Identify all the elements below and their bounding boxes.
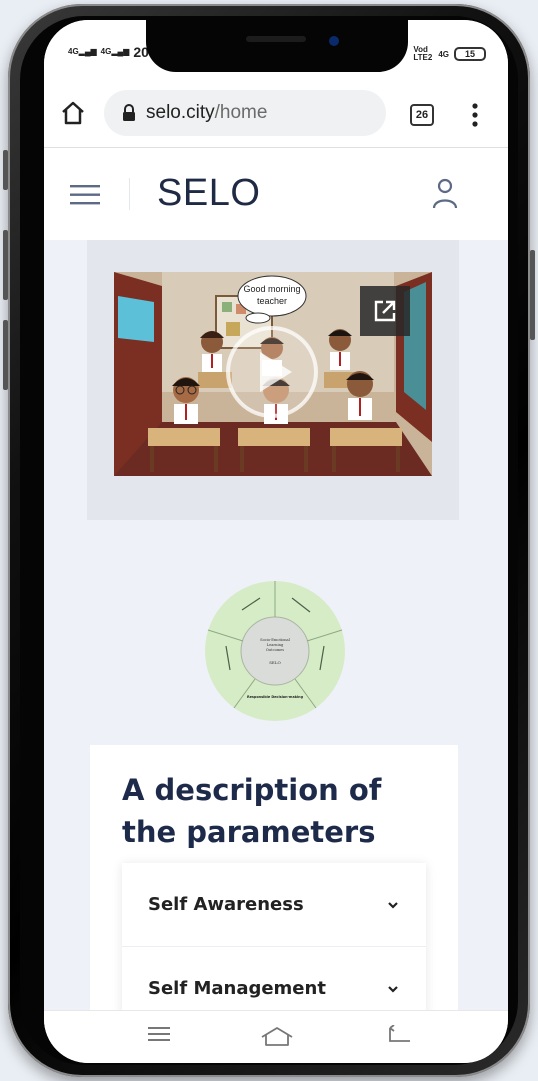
camera-notch [146, 20, 408, 72]
svg-text:Responsible Decision-making: Responsible Decision-making [247, 695, 304, 699]
selo-wheel-diagram: Socio-Emotional Learning Outcomes SELO R… [205, 581, 345, 721]
side-button [3, 150, 8, 190]
more-menu-icon[interactable] [468, 102, 482, 128]
svg-text:teacher: teacher [257, 296, 287, 306]
play-icon[interactable] [226, 326, 318, 418]
tabs-button[interactable]: 26 [410, 104, 434, 126]
parameters-card: A description of the parameters Self Awa… [90, 745, 458, 1045]
lock-icon [123, 104, 135, 121]
battery-level: 15 [464, 49, 475, 59]
address-bar[interactable]: selo.city/home [104, 90, 386, 136]
browser-toolbar: selo.city/home 26 [44, 82, 508, 148]
svg-text:Good morning: Good morning [243, 284, 300, 294]
main-content: Good morning teacher Socio-Emotional Lea… [44, 240, 508, 1045]
url-host: selo.city [146, 102, 215, 123]
volte-label: Vod LTE2 [413, 45, 433, 62]
site-header: SELO [44, 148, 508, 240]
status-right: Vod LTE2 4G 15 [413, 46, 486, 62]
video-card: Good morning teacher [87, 240, 459, 520]
recent-apps-icon[interactable] [148, 1025, 170, 1043]
battery-icon: 15 [454, 47, 486, 61]
accordion-label: Self Awareness [148, 894, 304, 915]
svg-text:Outcomes: Outcomes [266, 648, 284, 652]
accordion-label: Self Management [148, 978, 326, 999]
system-nav-bar [44, 1010, 508, 1063]
hamburger-menu-icon[interactable] [70, 184, 102, 206]
signal-icon-2: 4G▂▄▆ [100, 47, 130, 56]
network-label-right: 4G [438, 49, 449, 59]
status-bar: 4G▂▄▆ 4G▂▄▆ 20:5 Vod LTE2 4G 15 [44, 20, 508, 82]
header-divider [129, 178, 130, 210]
parameters-heading: A description of the parameters [122, 773, 382, 849]
front-camera [329, 36, 339, 46]
tabs-count-label: 26 [415, 109, 429, 121]
volume-up-button [3, 230, 8, 300]
power-button [530, 250, 535, 340]
parameters-accordion: Self Awareness Self Management [122, 863, 426, 1031]
network-label-1: 4G [68, 47, 79, 56]
user-icon[interactable] [432, 178, 458, 210]
speaker-grille [246, 36, 306, 42]
site-logo[interactable]: SELO [157, 172, 260, 215]
svg-text:Socio-Emotional: Socio-Emotional [260, 638, 291, 642]
open-external-button[interactable] [360, 286, 410, 336]
home-nav-icon[interactable] [260, 1025, 294, 1047]
svg-text:Learning: Learning [267, 643, 284, 647]
svg-text:SELO: SELO [269, 660, 281, 665]
phone-screen: 4G▂▄▆ 4G▂▄▆ 20:5 Vod LTE2 4G 15 [44, 20, 508, 1063]
chevron-down-icon [388, 985, 398, 993]
chevron-down-icon [388, 901, 398, 909]
video-player[interactable]: Good morning teacher [114, 272, 432, 476]
home-icon[interactable] [60, 100, 86, 126]
back-nav-icon[interactable] [388, 1025, 412, 1045]
external-link-icon [374, 300, 396, 322]
volume-down-button [3, 320, 8, 390]
url-path: /home [214, 102, 268, 123]
network-label-2: 4G [100, 47, 112, 56]
accordion-item-self-awareness[interactable]: Self Awareness [122, 863, 426, 947]
signal-icon: 4G▂▄▆ [68, 47, 97, 56]
